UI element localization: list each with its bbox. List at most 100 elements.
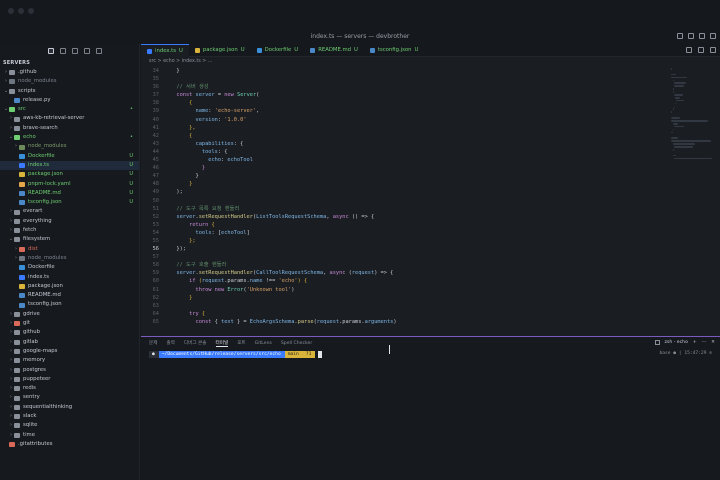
tree-file[interactable]: tsconfig.json [0,300,139,309]
toggle-panel-icon[interactable] [688,33,694,39]
tree-folder[interactable]: › github [0,328,139,337]
tree-folder[interactable]: › .github [0,68,139,77]
tree-folder[interactable]: › redis [0,384,139,393]
editor-tab[interactable]: index.ts U [141,44,189,57]
tree-file[interactable]: tsconfig.json U [0,198,139,207]
tree-file[interactable]: Dockerfile [0,263,139,272]
panel-tab[interactable]: 디버그 콘솔 [184,340,207,346]
file-icon [19,302,25,308]
tree-folder[interactable]: › google-maps [0,347,139,356]
editor-area: index.ts Upackage.json U Dockerfile U README.… [141,44,720,336]
run-debug-icon[interactable] [83,48,90,54]
tree-folder[interactable]: › memory [0,356,139,365]
customize-layout-icon[interactable] [710,33,716,39]
editor-tab[interactable]: package.json U [189,44,251,57]
tree-folder[interactable]: › sentry [0,393,139,402]
tree-folder[interactable]: › brave-search [0,124,139,133]
code-token: , [256,108,260,115]
tree-folder[interactable]: › puppeteer [0,375,139,384]
tree-file[interactable]: index.ts [0,273,139,282]
tree-file[interactable]: README.md U [0,189,139,198]
minimap[interactable] [670,68,714,208]
tree-folder[interactable]: › sqlite [0,421,139,430]
terminal-name[interactable]: zsh - echo [665,340,688,345]
close-panel-icon[interactable]: ✕ [711,340,715,345]
editor-tab[interactable]: README.md U [304,44,364,57]
layout-controls[interactable] [677,33,716,39]
tree-folder[interactable]: ⌄ filesystem [0,235,139,244]
tree-file[interactable]: package.json U [0,170,139,179]
panel-tab[interactable]: 문제 [149,340,157,346]
tree-file[interactable]: pnpm-lock.yaml U [0,180,139,189]
tree-folder[interactable]: ⌄ scripts [0,87,139,96]
minimap-line [674,94,683,96]
terminal-prompt[interactable]: ● ~/Documents/GitHub/release/servers/src… [149,350,323,358]
tree-item-label: gitlab [23,338,38,345]
toggle-sidebar-icon[interactable] [677,33,683,39]
panel-tab[interactable]: Spell Checker [281,341,312,346]
extensions-icon[interactable] [95,48,102,54]
panel-tab[interactable]: GitLens [255,341,272,346]
folder-icon [14,367,20,373]
tree-folder[interactable]: › time [0,431,139,440]
code-token: setRequestHandler [198,270,253,277]
tree-folder[interactable]: › slack [0,412,139,421]
search-icon[interactable] [59,48,66,54]
line-number: 40 [152,116,159,123]
tree-item-label: node_modules [28,254,67,261]
tree-folder[interactable]: › gdrive [0,310,139,319]
source-control-icon[interactable] [71,48,78,54]
tree-file[interactable]: README.md [0,291,139,300]
code-token: Error [227,286,244,293]
breadcrumb[interactable]: src > echo > index.ts > ... [141,57,720,66]
tree-folder[interactable]: › aws-kb-retrieval-server [0,114,139,123]
split-editor-icon[interactable] [698,47,704,53]
folder-icon [14,404,20,410]
tree-folder[interactable]: › node_modules [0,77,139,86]
tree-folder[interactable]: › everart [0,207,139,216]
tree-folder[interactable]: ⌄ echo • [0,133,139,142]
tree-folder[interactable]: › sequentialthinking [0,403,139,412]
more-icon[interactable]: ··· [702,340,706,345]
code-token: new [214,286,228,293]
toggle-secondary-sidebar-icon[interactable] [699,33,705,39]
tree-file[interactable]: release.py [0,96,139,105]
code-token: ListToolsRequestSchema [256,213,327,220]
tree-file[interactable]: Dockerfile U [0,152,139,161]
panel-tab[interactable]: 출력 [166,340,174,346]
tree-folder[interactable]: › gitlab [0,338,139,347]
tree-item-label: fetch [23,227,37,234]
tree-file[interactable]: package.json [0,282,139,291]
tree-folder[interactable]: › node_modules [0,142,139,151]
code-token: : { [217,148,228,155]
tree-file[interactable]: index.ts U [0,160,139,171]
panel-tab[interactable]: 포트 [237,340,245,346]
code-token: ] [246,229,250,236]
panel-tabs: 문제 출력 디버그 콘솔 터미널 포트 GitLens Spell Checker zsh … [141,337,720,349]
tree-item-label: Dockerfile [28,264,55,271]
tree-folder[interactable]: › node_modules [0,254,139,263]
tree-file[interactable]: .gitattributes [0,440,139,449]
editor-tab[interactable]: tsconfig.json U [364,44,424,57]
tree-folder[interactable]: › dist [0,245,139,254]
code-token: !== [262,278,279,285]
editor-tab[interactable]: Dockerfile U [251,44,305,57]
add-terminal-icon[interactable]: + [693,340,697,345]
panel-tab[interactable]: 터미널 [215,340,229,347]
compare-icon[interactable] [686,47,692,53]
line-number: 57 [152,254,159,261]
explorer-icon[interactable] [47,48,54,54]
terminal-right-prompt: base ● | 15:47:29 ⊙ [659,351,712,356]
minimap-line [671,140,711,142]
tree-folder[interactable]: › fetch [0,226,139,235]
code-line: 43 capabilities: { [141,140,661,148]
window-controls[interactable] [8,8,34,14]
line-number: 60 [152,278,159,285]
code-token: // 서버 생성 [170,84,209,91]
tree-folder[interactable]: › postgres [0,366,139,375]
tree-folder[interactable]: › everything [0,217,139,226]
more-actions-icon[interactable] [710,47,716,53]
tree-folder[interactable]: ⌄ src • [0,105,139,114]
tree-folder[interactable]: › git [0,319,139,328]
code-editor[interactable]: 34 } 35 36 // 서버 생성 37 const server = new S… [141,67,661,326]
